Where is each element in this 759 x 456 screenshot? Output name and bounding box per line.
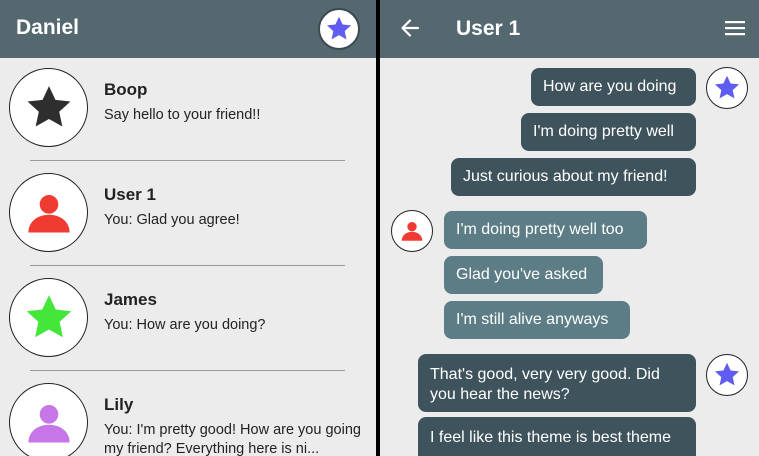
list-divider — [30, 265, 345, 266]
red-person-icon — [27, 194, 70, 232]
received-message[interactable]: I'm still alive anyways — [444, 301, 630, 339]
sent-message[interactable]: I feel like this theme is best theme — [418, 417, 696, 456]
green-star-icon — [26, 294, 71, 337]
contact-name: User 1 — [104, 185, 156, 204]
account-name: Daniel — [16, 16, 80, 39]
message-preview: Say hello to your friend!! — [104, 107, 261, 123]
message-text: How are you doing — [543, 78, 677, 95]
chat-title: User 1 — [456, 17, 521, 40]
contact-avatar — [9, 68, 88, 147]
contact-avatar — [9, 173, 88, 252]
conversation-item-james[interactable]: James You: How are you doing? — [0, 268, 376, 373]
hamburger-menu-icon[interactable] — [725, 20, 745, 36]
message-preview: You: How are you doing? — [104, 317, 266, 333]
chat-pane: User 1 How are you doing I'm doing prett… — [380, 0, 759, 456]
message-text: I'm doing pretty well — [533, 123, 674, 140]
red-person-icon — [401, 222, 423, 241]
contact-name: James — [104, 290, 157, 309]
message-preview: You: Glad you agree! — [104, 212, 240, 228]
received-message[interactable]: Glad you've asked — [444, 256, 603, 294]
message-text: That's good, very very good. Did you hea… — [430, 366, 660, 403]
purple-person-icon — [27, 404, 70, 442]
contact-avatar — [9, 278, 88, 357]
sent-message[interactable]: That's good, very very good. Did you hea… — [418, 354, 696, 412]
message-text: I'm doing pretty well too — [456, 221, 624, 238]
contact-name: Lily — [104, 395, 134, 414]
sent-message[interactable]: How are you doing — [531, 68, 696, 106]
sent-message[interactable]: Just curious about my friend! — [451, 158, 696, 196]
sender-avatar — [391, 210, 433, 252]
message-text: Glad you've asked — [456, 266, 588, 283]
message-text: I'm still alive anyways — [456, 311, 609, 328]
sender-avatar — [706, 67, 748, 109]
conversation-list-app-bar: Daniel — [0, 0, 376, 58]
conversation-item-lily[interactable]: Lily You: I'm pretty good! How are you g… — [0, 373, 376, 456]
sent-message[interactable]: I'm doing pretty well — [521, 113, 696, 151]
blue-star-icon — [714, 75, 740, 99]
blue-star-icon — [326, 16, 352, 40]
arrow-left-icon[interactable] — [400, 17, 420, 39]
message-preview: You: I'm pretty good! How are you going … — [104, 422, 361, 456]
conversation-list-pane: Daniel Boop Say hello to your friend!! U… — [0, 0, 376, 456]
message-text: I feel like this theme is best theme — [430, 429, 671, 446]
conversation-item-boop[interactable]: Boop Say hello to your friend!! — [0, 58, 376, 163]
contact-avatar — [9, 383, 88, 456]
message-text: Just curious about my friend! — [463, 168, 668, 185]
profile-avatar-button[interactable] — [318, 8, 360, 50]
sender-avatar — [706, 354, 748, 396]
list-divider — [30, 370, 345, 371]
chat-app-bar: User 1 — [380, 0, 759, 58]
blue-star-icon — [714, 362, 740, 386]
conversation-item-user-1[interactable]: User 1 You: Glad you agree! — [0, 163, 376, 268]
list-divider — [30, 160, 345, 161]
received-message[interactable]: I'm doing pretty well too — [444, 211, 647, 249]
contact-name: Boop — [104, 80, 148, 99]
dark-star-icon — [27, 85, 70, 127]
